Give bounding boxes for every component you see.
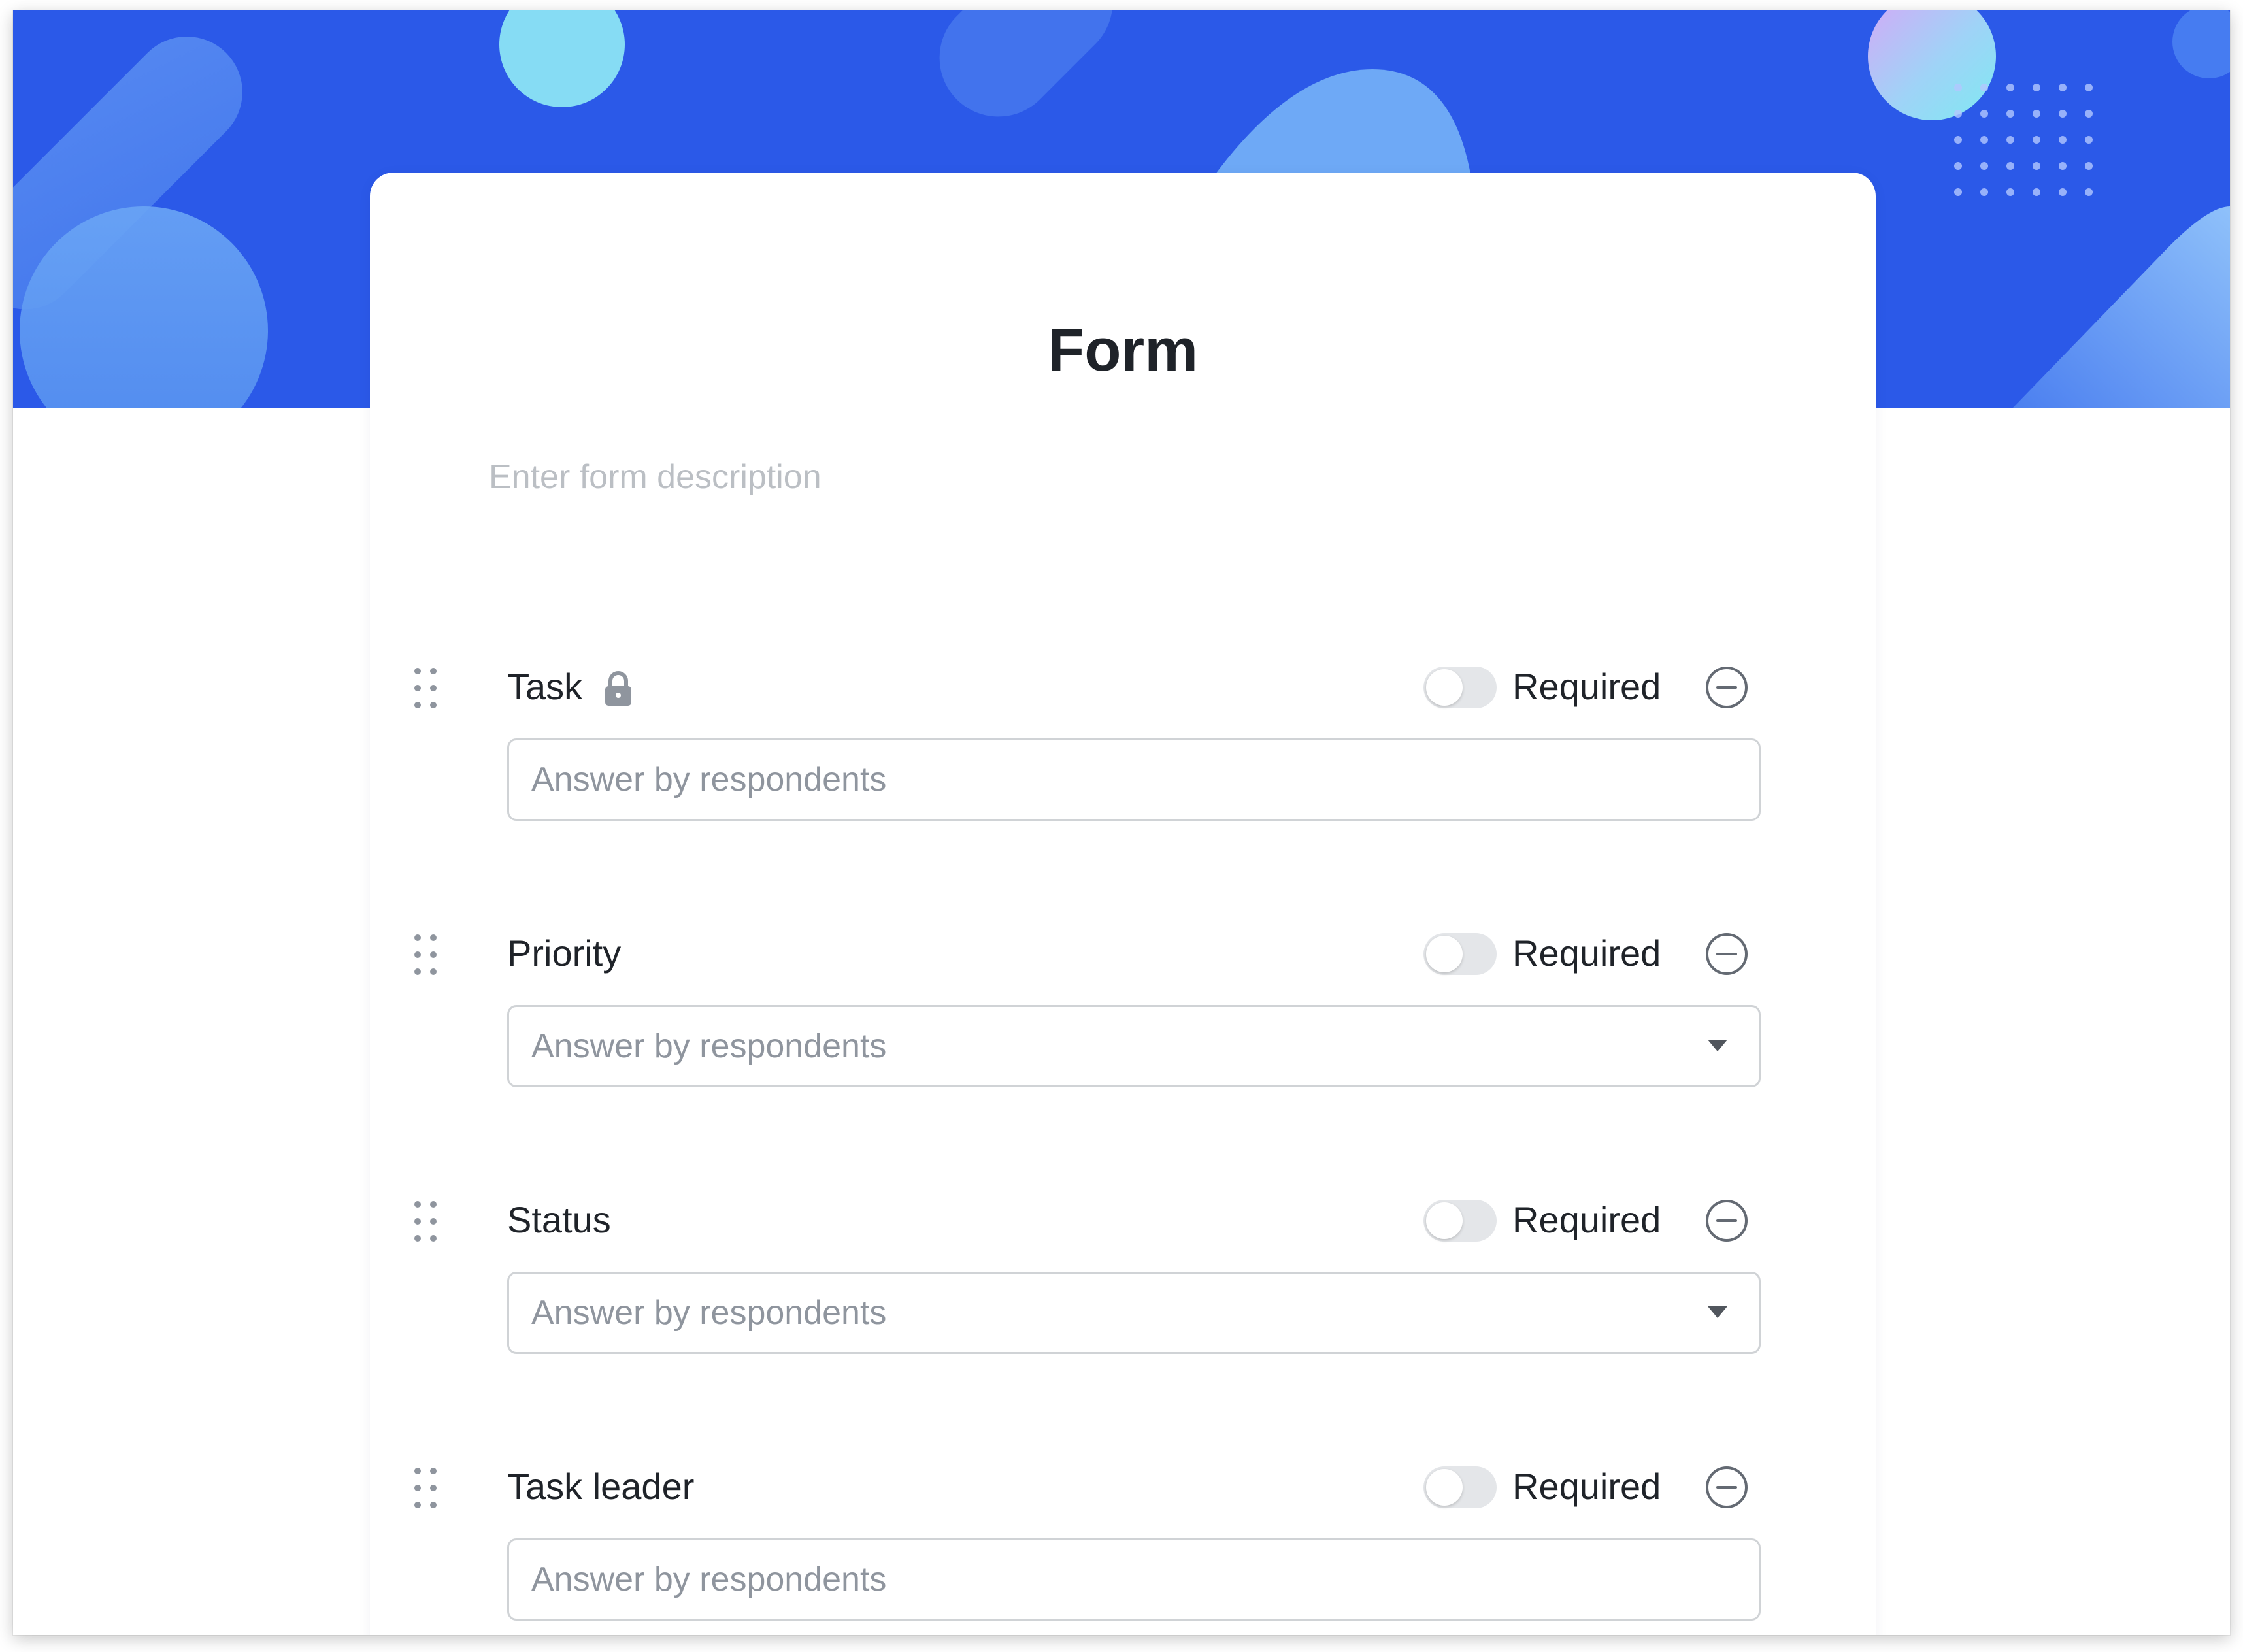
drag-handle-icon[interactable] [414,1201,438,1242]
answer-select[interactable]: Answer by respondents [507,1272,1761,1354]
form-field-task-leader: Task leader Required Answer by responden… [370,1457,1876,1635]
remove-circle-icon[interactable] [1704,932,1749,976]
form-title[interactable]: Form [370,316,1876,385]
lock-icon [605,671,631,706]
chevron-down-icon[interactable] [1708,1306,1727,1318]
form-field-priority: Priority Required Answer by respondents [370,924,1876,1159]
required-toggle[interactable] [1423,667,1497,708]
answer-select[interactable]: Answer by respondents [507,1005,1761,1087]
toggle-knob [1426,1469,1463,1506]
answer-input[interactable]: Answer by respondents [507,1538,1761,1621]
toggle-knob [1426,936,1463,972]
answer-placeholder: Answer by respondents [531,1561,887,1598]
required-label: Required [1512,1466,1661,1507]
answer-input[interactable]: Answer by respondents [507,738,1761,821]
field-label[interactable]: Status [507,1191,611,1249]
required-label: Required [1512,666,1661,707]
form-field-status: Status Required Answer by respondents [370,1191,1876,1426]
answer-placeholder: Answer by respondents [531,761,887,799]
remove-circle-icon[interactable] [1704,1465,1749,1510]
required-toggle[interactable] [1423,933,1497,975]
field-label[interactable]: Task leader [507,1457,694,1516]
remove-circle-icon[interactable] [1704,665,1749,710]
required-toggle[interactable] [1423,1466,1497,1508]
required-toggle[interactable] [1423,1200,1497,1242]
chevron-down-icon[interactable] [1708,1040,1727,1051]
form-window: Form Enter form description Task Require… [13,10,2230,1635]
answer-placeholder: Answer by respondents [531,1027,887,1065]
form-description-input[interactable]: Enter form description [489,457,822,497]
drag-handle-icon[interactable] [414,1468,438,1508]
form-card: Form Enter form description Task Require… [370,173,1876,1635]
form-field-task: Task Required Answer by respondents [370,657,1876,893]
field-label[interactable]: Priority [507,924,621,983]
field-label[interactable]: Task [507,657,582,716]
answer-placeholder: Answer by respondents [531,1294,887,1332]
toggle-knob [1426,669,1463,706]
required-label: Required [1512,1199,1661,1240]
drag-handle-icon[interactable] [414,934,438,975]
drag-handle-icon[interactable] [414,668,438,708]
remove-circle-icon[interactable] [1704,1198,1749,1243]
toggle-knob [1426,1202,1463,1239]
required-label: Required [1512,933,1661,974]
